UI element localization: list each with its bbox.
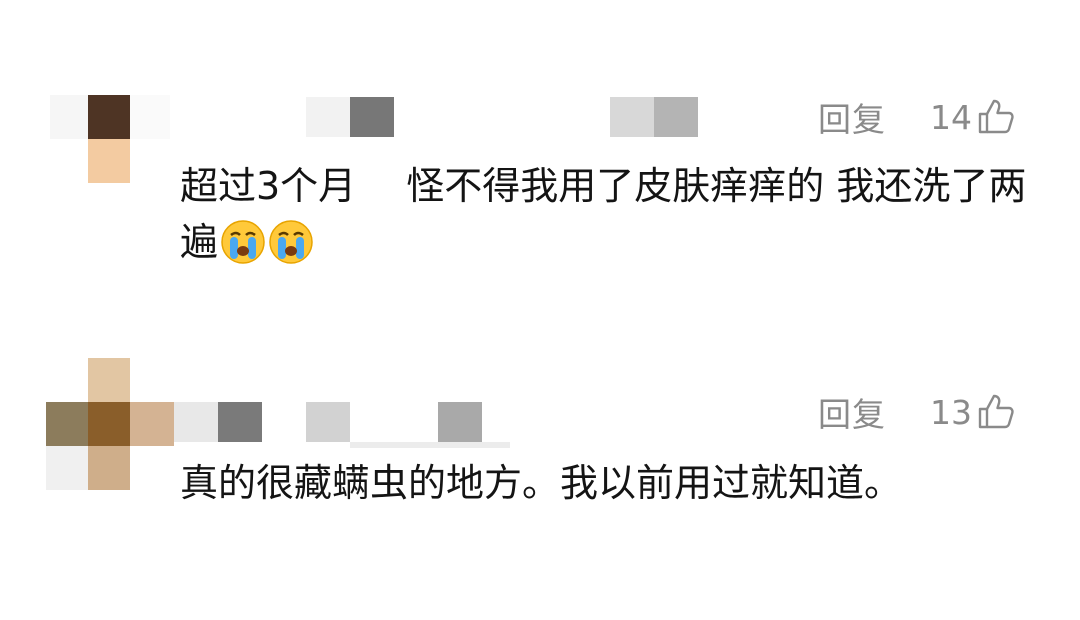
like-count: 13 [930, 392, 972, 432]
comment-text: 真的很藏螨虫的地方。我以前用过就知道。 [180, 461, 903, 505]
comment-item: 回复 13 真的很藏螨虫的地方。我以前用过就知道。 [0, 0, 1080, 620]
thumbs-up-icon[interactable] [976, 392, 1016, 432]
reply-button[interactable]: 回复 [818, 388, 886, 436]
